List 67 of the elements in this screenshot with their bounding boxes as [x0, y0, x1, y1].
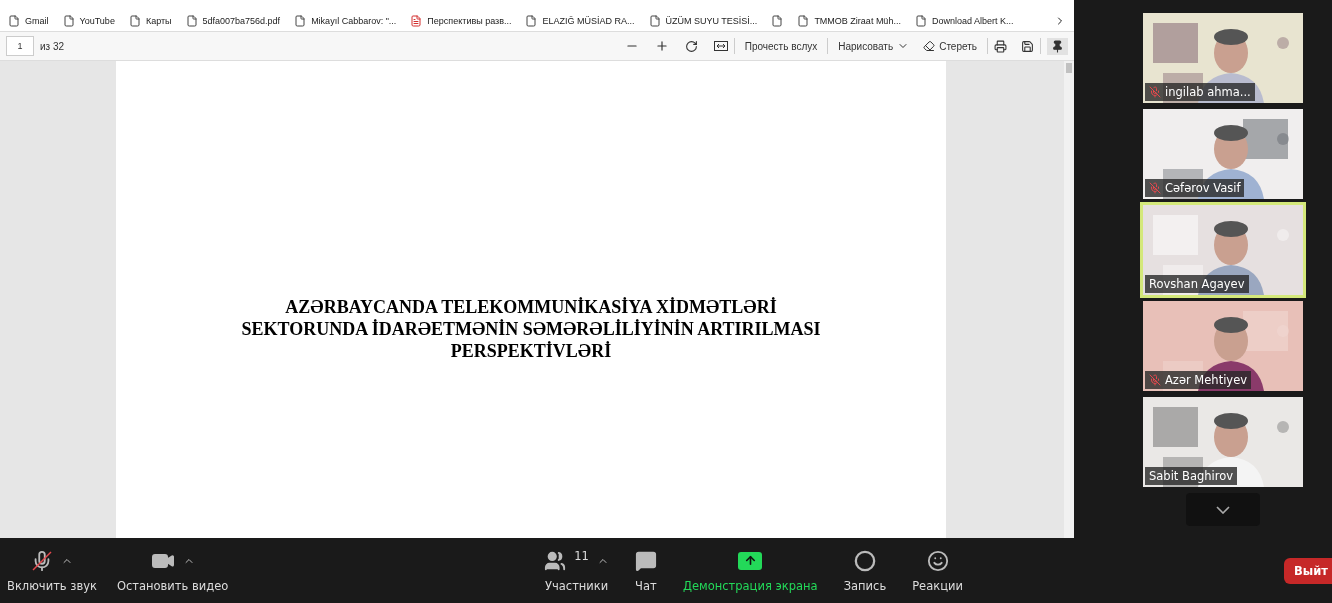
smiley-plus-icon: [926, 549, 949, 572]
page-icon: [128, 14, 141, 27]
pin-button[interactable]: [1047, 37, 1068, 55]
participant-name: Sabit Baghirov: [1145, 467, 1238, 485]
video-tile[interactable]: Rovshan Agayev: [1143, 205, 1303, 295]
video-tile[interactable]: Sabit Baghirov: [1143, 397, 1303, 487]
page-icon: [771, 14, 784, 27]
rotate-icon[interactable]: [684, 39, 698, 53]
participant-name: Rovshan Agayev: [1145, 275, 1249, 293]
erase-button[interactable]: Стереть: [919, 38, 981, 54]
bookmark[interactable]: [771, 14, 784, 27]
record-button[interactable]: Запись: [841, 548, 889, 593]
mic-muted-icon: [1149, 86, 1161, 98]
participants-button[interactable]: 11 Участники: [542, 548, 611, 593]
video-button[interactable]: Остановить видео: [114, 548, 231, 593]
zoom-in-icon[interactable]: [654, 39, 669, 53]
bookmark[interactable]: ELAZIĞ MÜSİAD RA...: [525, 14, 635, 27]
page-icon: [62, 14, 75, 27]
mic-button[interactable]: Включить звук: [5, 548, 99, 593]
bookmark[interactable]: Gmail: [8, 14, 49, 27]
leave-button[interactable]: Выйт: [1284, 557, 1332, 584]
page-number-field[interactable]: 1: [6, 36, 34, 56]
document-title: SEKTORUNDA İDARƏETMƏNİN SƏMƏRƏLİLİYİNİN ARTIRILMASI: [241, 318, 821, 340]
fit-width-icon[interactable]: [713, 41, 728, 51]
page-icon: [648, 14, 661, 27]
bookmark[interactable]: ÜZÜM SUYU TESİSİ...: [648, 14, 758, 27]
chat-bubble-icon: [634, 549, 657, 572]
bookmark[interactable]: Карты: [128, 14, 172, 27]
participant-name: ingilab ahma...: [1145, 83, 1255, 101]
participant-name: Azər Mehtiyev: [1145, 371, 1252, 389]
mic-muted-icon: [1149, 182, 1161, 194]
pin-icon: [1051, 39, 1064, 53]
page-total: из 32: [40, 40, 65, 52]
page-icon: [185, 14, 198, 27]
chat-button[interactable]: Чат: [632, 548, 659, 593]
bookmark[interactable]: Перспективы разв...: [410, 14, 512, 27]
share-button[interactable]: Демонстрация экрана: [680, 548, 820, 593]
page-icon: [8, 14, 20, 27]
bookmark[interactable]: Download Albert K...: [914, 14, 1014, 27]
mic-muted-icon: [1149, 374, 1161, 386]
eraser-icon: [923, 40, 936, 52]
print-icon[interactable]: [994, 39, 1007, 53]
reactions-button[interactable]: Реакции: [910, 548, 965, 593]
bookmark[interactable]: 5dfa007ba756d.pdf: [185, 14, 281, 27]
people-icon: [544, 549, 567, 572]
video-tile[interactable]: Azər Mehtiyev: [1143, 301, 1303, 391]
bookmark[interactable]: YouTube: [62, 14, 115, 27]
document-title: PERSPEKTİVLƏRİ: [450, 340, 612, 362]
page-icon: [914, 14, 927, 27]
video-tile[interactable]: ingilab ahma...: [1143, 13, 1303, 103]
pdf-file-icon: [410, 14, 423, 27]
bookmark[interactable]: TMMOB Ziraat Müh...: [797, 14, 901, 27]
participant-name: Cəfərov Vasif: [1145, 179, 1245, 197]
page-icon: [525, 14, 538, 27]
page-icon: [294, 14, 307, 27]
read-aloud-button[interactable]: Прочесть вслух: [740, 38, 822, 54]
video-tile[interactable]: Cəfərov Vasif: [1143, 109, 1303, 199]
page-icon: [797, 14, 810, 27]
draw-button[interactable]: Нарисовать: [834, 38, 914, 54]
bookmark[interactable]: Mikayıl Cabbarov: "...: [294, 14, 397, 27]
document-title: AZƏRBAYCANDA TELEKOMMUNİKASİYA XİDMƏTLƏRİ: [285, 296, 777, 318]
share-screen-icon: [738, 551, 763, 570]
chevron-down-icon: [1216, 505, 1230, 514]
scrollbar-thumb[interactable]: [1066, 63, 1072, 73]
save-icon[interactable]: [1021, 39, 1034, 53]
participant-count: 11: [574, 548, 589, 563]
record-icon: [853, 549, 876, 572]
